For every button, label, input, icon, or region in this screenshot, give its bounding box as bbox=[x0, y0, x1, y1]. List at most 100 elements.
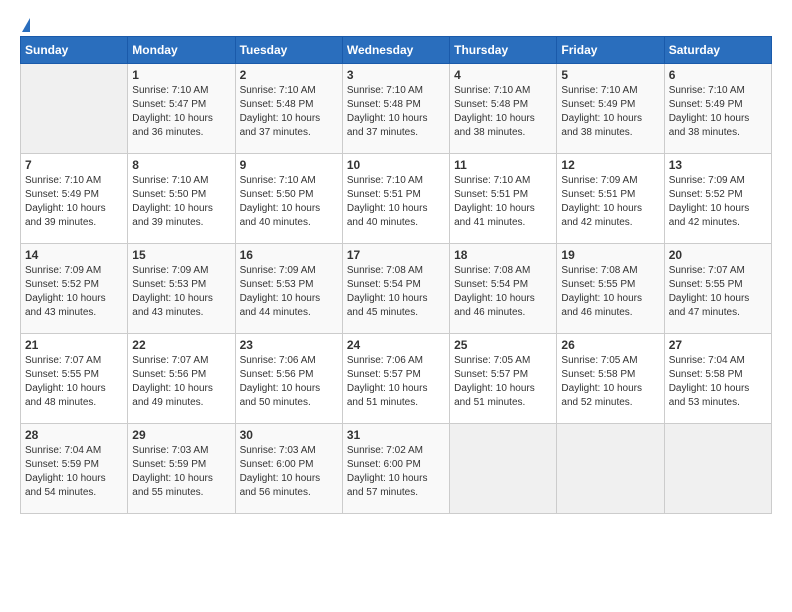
day-number: 18 bbox=[454, 248, 552, 262]
calendar-cell: 2 Sunrise: 7:10 AM Sunset: 5:48 PM Daylig… bbox=[235, 64, 342, 154]
calendar-cell: 13 Sunrise: 7:09 AM Sunset: 5:52 PM Dayli… bbox=[664, 154, 771, 244]
logo-triangle-icon bbox=[22, 18, 30, 32]
calendar-cell: 22 Sunrise: 7:07 AM Sunset: 5:56 PM Dayli… bbox=[128, 334, 235, 424]
day-number: 23 bbox=[240, 338, 338, 352]
calendar-cell: 28Sunrise: 7:04 AM Sunset: 5:59 PM Dayli… bbox=[21, 424, 128, 514]
day-number: 26 bbox=[561, 338, 659, 352]
day-info: Sunrise: 7:10 AM Sunset: 5:48 PM Dayligh… bbox=[347, 84, 445, 140]
calendar-week-row: 28Sunrise: 7:04 AM Sunset: 5:59 PM Dayli… bbox=[21, 424, 772, 514]
day-info: Sunrise: 7:05 AM Sunset: 5:57 PM Dayligh… bbox=[454, 354, 552, 410]
calendar-wrapper: SundayMondayTuesdayWednesdayThursdayFrid… bbox=[10, 36, 782, 524]
calendar-cell: 1Sunrise: 7:10 AM Sunset: 5:47 PM Daylig… bbox=[128, 64, 235, 154]
day-info: Sunrise: 7:10 AM Sunset: 5:48 PM Dayligh… bbox=[454, 84, 552, 140]
calendar-cell: 25Sunrise: 7:05 AM Sunset: 5:57 PM Dayli… bbox=[450, 334, 557, 424]
calendar-cell: 20 Sunrise: 7:07 AM Sunset: 5:55 PM Dayli… bbox=[664, 244, 771, 334]
calendar-cell: 31 Sunrise: 7:02 AM Sunset: 6:00 PM Dayli… bbox=[342, 424, 449, 514]
day-info: Sunrise: 7:10 AM Sunset: 5:51 PM Dayligh… bbox=[347, 174, 445, 230]
calendar-cell: 5 Sunrise: 7:10 AM Sunset: 5:49 PM Daylig… bbox=[557, 64, 664, 154]
calendar-cell bbox=[557, 424, 664, 514]
day-info: Sunrise: 7:07 AM Sunset: 5:55 PM Dayligh… bbox=[669, 264, 767, 320]
day-info: Sunrise: 7:03 AM Sunset: 6:00 PM Dayligh… bbox=[240, 444, 338, 500]
day-number: 7 bbox=[25, 158, 123, 172]
calendar-cell: 4Sunrise: 7:10 AM Sunset: 5:48 PM Daylig… bbox=[450, 64, 557, 154]
day-number: 17 bbox=[347, 248, 445, 262]
day-info: Sunrise: 7:10 AM Sunset: 5:48 PM Dayligh… bbox=[240, 84, 338, 140]
day-number: 10 bbox=[347, 158, 445, 172]
day-number: 1 bbox=[132, 68, 230, 82]
page-header bbox=[10, 10, 782, 36]
day-number: 5 bbox=[561, 68, 659, 82]
day-info: Sunrise: 7:06 AM Sunset: 5:57 PM Dayligh… bbox=[347, 354, 445, 410]
day-info: Sunrise: 7:10 AM Sunset: 5:50 PM Dayligh… bbox=[240, 174, 338, 230]
calendar-cell: 9 Sunrise: 7:10 AM Sunset: 5:50 PM Daylig… bbox=[235, 154, 342, 244]
calendar-cell bbox=[450, 424, 557, 514]
day-number: 9 bbox=[240, 158, 338, 172]
day-info: Sunrise: 7:09 AM Sunset: 5:52 PM Dayligh… bbox=[669, 174, 767, 230]
calendar-cell: 30Sunrise: 7:03 AM Sunset: 6:00 PM Dayli… bbox=[235, 424, 342, 514]
calendar-cell: 19Sunrise: 7:08 AM Sunset: 5:55 PM Dayli… bbox=[557, 244, 664, 334]
calendar-cell: 3 Sunrise: 7:10 AM Sunset: 5:48 PM Daylig… bbox=[342, 64, 449, 154]
header-monday: Monday bbox=[128, 37, 235, 64]
day-info: Sunrise: 7:08 AM Sunset: 5:54 PM Dayligh… bbox=[347, 264, 445, 320]
day-info: Sunrise: 7:09 AM Sunset: 5:52 PM Dayligh… bbox=[25, 264, 123, 320]
calendar-cell: 17 Sunrise: 7:08 AM Sunset: 5:54 PM Dayli… bbox=[342, 244, 449, 334]
calendar-cell: 24 Sunrise: 7:06 AM Sunset: 5:57 PM Dayli… bbox=[342, 334, 449, 424]
calendar-cell: 16Sunrise: 7:09 AM Sunset: 5:53 PM Dayli… bbox=[235, 244, 342, 334]
day-info: Sunrise: 7:10 AM Sunset: 5:51 PM Dayligh… bbox=[454, 174, 552, 230]
day-info: Sunrise: 7:02 AM Sunset: 6:00 PM Dayligh… bbox=[347, 444, 445, 500]
calendar-cell: 11 Sunrise: 7:10 AM Sunset: 5:51 PM Dayli… bbox=[450, 154, 557, 244]
day-number: 20 bbox=[669, 248, 767, 262]
day-info: Sunrise: 7:10 AM Sunset: 5:49 PM Dayligh… bbox=[561, 84, 659, 140]
calendar-cell bbox=[21, 64, 128, 154]
calendar-cell bbox=[664, 424, 771, 514]
calendar-week-row: 14 Sunrise: 7:09 AM Sunset: 5:52 PM Dayli… bbox=[21, 244, 772, 334]
calendar-header-row: SundayMondayTuesdayWednesdayThursdayFrid… bbox=[21, 37, 772, 64]
day-info: Sunrise: 7:09 AM Sunset: 5:53 PM Dayligh… bbox=[132, 264, 230, 320]
day-info: Sunrise: 7:08 AM Sunset: 5:54 PM Dayligh… bbox=[454, 264, 552, 320]
day-info: Sunrise: 7:05 AM Sunset: 5:58 PM Dayligh… bbox=[561, 354, 659, 410]
day-number: 2 bbox=[240, 68, 338, 82]
day-info: Sunrise: 7:10 AM Sunset: 5:49 PM Dayligh… bbox=[669, 84, 767, 140]
day-number: 12 bbox=[561, 158, 659, 172]
logo bbox=[20, 18, 30, 32]
day-info: Sunrise: 7:08 AM Sunset: 5:55 PM Dayligh… bbox=[561, 264, 659, 320]
header-friday: Friday bbox=[557, 37, 664, 64]
header-wednesday: Wednesday bbox=[342, 37, 449, 64]
calendar-cell: 29Sunrise: 7:03 AM Sunset: 5:59 PM Dayli… bbox=[128, 424, 235, 514]
day-number: 21 bbox=[25, 338, 123, 352]
calendar-cell: 18 Sunrise: 7:08 AM Sunset: 5:54 PM Dayli… bbox=[450, 244, 557, 334]
day-number: 22 bbox=[132, 338, 230, 352]
header-sunday: Sunday bbox=[21, 37, 128, 64]
calendar-cell: 12 Sunrise: 7:09 AM Sunset: 5:51 PM Dayli… bbox=[557, 154, 664, 244]
day-number: 31 bbox=[347, 428, 445, 442]
calendar-cell: 10 Sunrise: 7:10 AM Sunset: 5:51 PM Dayli… bbox=[342, 154, 449, 244]
day-info: Sunrise: 7:09 AM Sunset: 5:51 PM Dayligh… bbox=[561, 174, 659, 230]
calendar-cell: 7Sunrise: 7:10 AM Sunset: 5:49 PM Daylig… bbox=[21, 154, 128, 244]
day-number: 16 bbox=[240, 248, 338, 262]
day-info: Sunrise: 7:04 AM Sunset: 5:59 PM Dayligh… bbox=[25, 444, 123, 500]
day-number: 11 bbox=[454, 158, 552, 172]
day-number: 8 bbox=[132, 158, 230, 172]
day-info: Sunrise: 7:07 AM Sunset: 5:56 PM Dayligh… bbox=[132, 354, 230, 410]
calendar-table: SundayMondayTuesdayWednesdayThursdayFrid… bbox=[20, 36, 772, 514]
day-info: Sunrise: 7:04 AM Sunset: 5:58 PM Dayligh… bbox=[669, 354, 767, 410]
calendar-week-row: 1Sunrise: 7:10 AM Sunset: 5:47 PM Daylig… bbox=[21, 64, 772, 154]
calendar-cell: 21Sunrise: 7:07 AM Sunset: 5:55 PM Dayli… bbox=[21, 334, 128, 424]
day-number: 27 bbox=[669, 338, 767, 352]
calendar-cell: 23Sunrise: 7:06 AM Sunset: 5:56 PM Dayli… bbox=[235, 334, 342, 424]
header-tuesday: Tuesday bbox=[235, 37, 342, 64]
calendar-cell: 26 Sunrise: 7:05 AM Sunset: 5:58 PM Dayli… bbox=[557, 334, 664, 424]
day-number: 14 bbox=[25, 248, 123, 262]
header-saturday: Saturday bbox=[664, 37, 771, 64]
day-number: 3 bbox=[347, 68, 445, 82]
day-number: 13 bbox=[669, 158, 767, 172]
calendar-cell: 27 Sunrise: 7:04 AM Sunset: 5:58 PM Dayli… bbox=[664, 334, 771, 424]
day-info: Sunrise: 7:03 AM Sunset: 5:59 PM Dayligh… bbox=[132, 444, 230, 500]
calendar-week-row: 7Sunrise: 7:10 AM Sunset: 5:49 PM Daylig… bbox=[21, 154, 772, 244]
day-number: 24 bbox=[347, 338, 445, 352]
header-thursday: Thursday bbox=[450, 37, 557, 64]
day-number: 6 bbox=[669, 68, 767, 82]
calendar-cell: 14 Sunrise: 7:09 AM Sunset: 5:52 PM Dayli… bbox=[21, 244, 128, 334]
calendar-cell: 6 Sunrise: 7:10 AM Sunset: 5:49 PM Daylig… bbox=[664, 64, 771, 154]
calendar-cell: 15Sunrise: 7:09 AM Sunset: 5:53 PM Dayli… bbox=[128, 244, 235, 334]
